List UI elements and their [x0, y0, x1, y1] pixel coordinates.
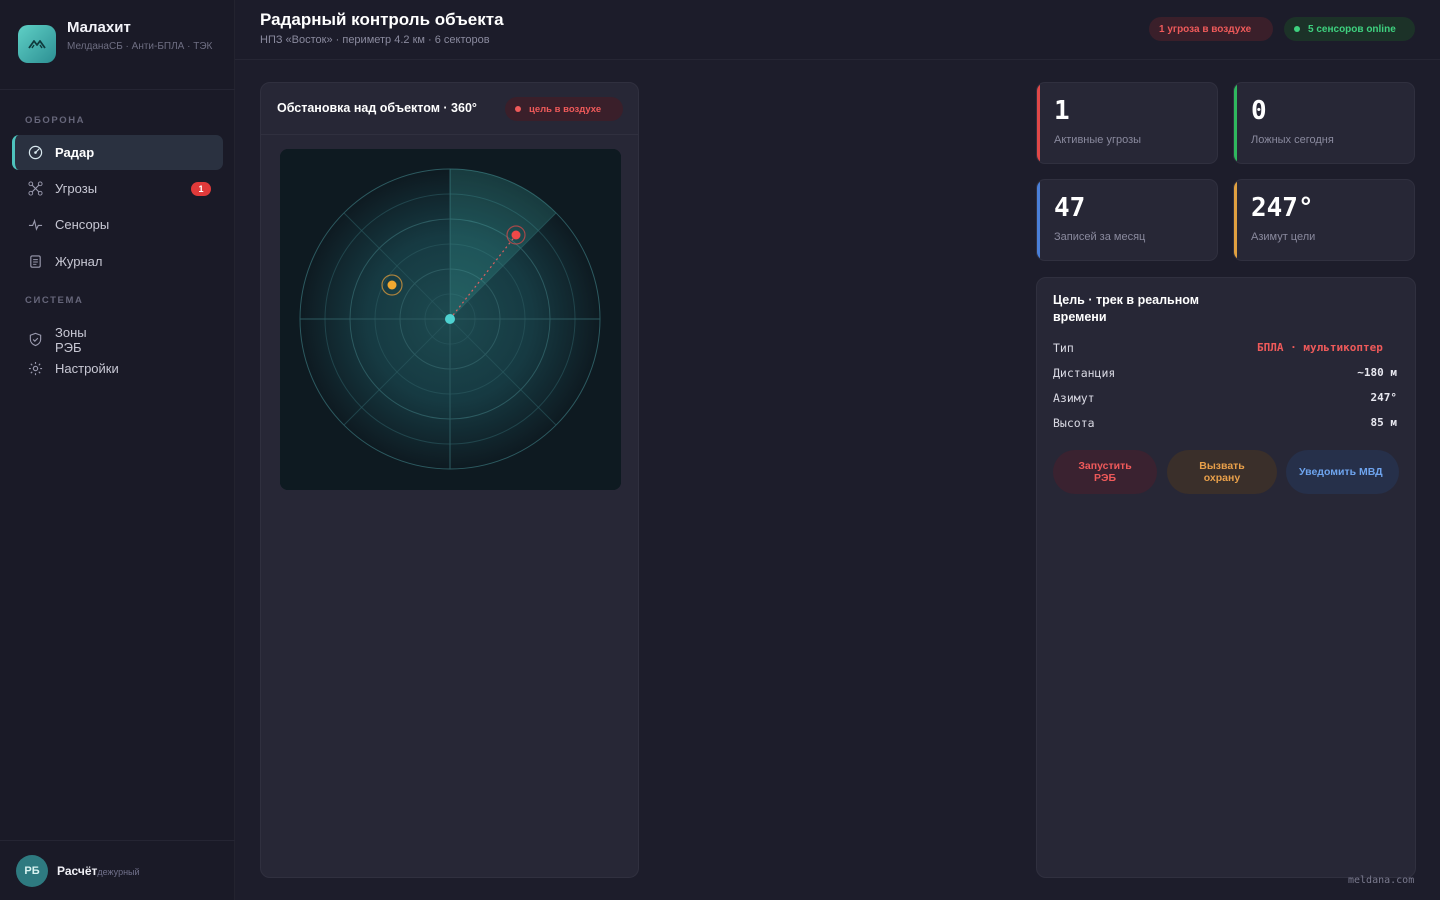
stat-false-today: 0 Ложных сегодня: [1233, 82, 1415, 164]
drone-icon: [27, 181, 43, 197]
sidebar-item-label: Угрозы: [55, 181, 98, 196]
stat-value: 1: [1054, 96, 1070, 126]
section-label-defense: ОБОРОНА: [25, 115, 86, 126]
track-key-azimuth: Азимут: [1053, 391, 1095, 405]
sidebar-item-label: Зоны РЭБ: [55, 324, 87, 355]
page-subtitle: НПЗ «Восток» · периметр 4.2 км · 6 секто…: [260, 34, 490, 46]
sidebar-footer-divider: [0, 840, 235, 841]
page-title: Радарный контроль объекта: [260, 10, 504, 29]
track-value-type: БПЛА · мультикоптер: [1257, 341, 1383, 354]
launch-ew-button[interactable]: Запустить РЭБ: [1053, 450, 1157, 494]
target-marker[interactable]: [511, 230, 521, 240]
radar-scope[interactable]: [280, 149, 621, 490]
threat-status-pill[interactable]: 1 угроза в воздухе: [1149, 17, 1273, 41]
user-name-text: Расчёт: [57, 864, 98, 878]
gear-icon: [27, 361, 43, 377]
track-key-type: Тип: [1053, 341, 1074, 355]
stat-accent-bar: [1234, 180, 1237, 260]
sidebar-item-settings[interactable]: Настройки: [12, 351, 223, 386]
brand-title: Малахит: [67, 19, 131, 36]
page-header: Радарный контроль объекта НПЗ «Восток» ·…: [235, 0, 1440, 60]
call-guard-button[interactable]: Вызвать охрану: [1167, 450, 1277, 494]
notify-police-button[interactable]: Уведомить МВД: [1286, 450, 1399, 494]
sidebar-item-sensors[interactable]: Сенсоры: [12, 207, 223, 242]
panel-divider: [261, 134, 638, 135]
sidebar: Малахит МелданаСБ · Анти-БПЛА · ТЭК ОБОР…: [0, 0, 235, 900]
sensor-status-text: 5 сенсоров online: [1308, 23, 1396, 35]
user-role: дежурный: [97, 867, 140, 877]
radar-panel-title: Обстановка над объектом · 360°: [277, 101, 477, 115]
track-panel-title: Цель · трек в реальном времени: [1053, 293, 1199, 324]
track-key-altitude: Высота: [1053, 416, 1095, 430]
brand-subtitle: МелданаСБ · Анти-БПЛА · ТЭК: [67, 41, 213, 52]
stat-label: Записей за месяц: [1054, 231, 1146, 243]
track-value-azimuth: 247°: [1370, 391, 1398, 404]
watermark: meldana.com: [1348, 875, 1415, 886]
radar-status-pill: цель в воздухе: [505, 97, 623, 121]
stat-label: Ложных сегодня: [1251, 134, 1334, 146]
online-dot-icon: [1294, 26, 1300, 32]
stat-label: Активные угрозы: [1054, 134, 1142, 146]
sidebar-item-label: Журнал: [55, 254, 103, 269]
sidebar-item-journal[interactable]: Журнал: [12, 244, 223, 279]
sidebar-item-label: Сенсоры: [55, 217, 110, 232]
alert-dot-icon: [515, 106, 521, 112]
brand-logo-icon: [18, 25, 56, 63]
radar-icon: [27, 145, 43, 161]
radar-center: [445, 314, 455, 324]
sidebar-item-threats[interactable]: Угрозы 1: [12, 171, 223, 206]
sidebar-item-label: Настройки: [55, 361, 119, 376]
radar-status-text: цель в воздухе: [529, 103, 602, 115]
shield-icon: [27, 332, 43, 348]
track-value-distance: ~180 м: [1357, 366, 1397, 379]
target-track-panel: Цель · трек в реальном времени Тип БПЛА …: [1036, 277, 1416, 878]
stat-accent-bar: [1234, 83, 1237, 163]
stat-value: 247°: [1251, 193, 1314, 223]
stat-value: 0: [1251, 96, 1267, 126]
stat-records-month: 47 Записей за месяц: [1036, 179, 1218, 261]
sensor-status-pill[interactable]: 5 сенсоров online: [1284, 17, 1415, 41]
stat-target-azimuth: 247° Азимут цели: [1233, 179, 1415, 261]
stat-active-threats: 1 Активные угрозы: [1036, 82, 1218, 164]
track-key-distance: Дистанция: [1053, 366, 1116, 380]
sidebar-divider: [0, 89, 235, 90]
section-label-system: СИСТЕМА: [25, 295, 84, 306]
user-name: Расчётдежурный: [57, 864, 140, 878]
stat-accent-bar: [1037, 180, 1040, 260]
stat-value: 47: [1054, 193, 1086, 223]
stat-accent-bar: [1037, 83, 1040, 163]
radar-panel: Обстановка над объектом · 360° цель в во…: [260, 82, 639, 878]
contact-marker[interactable]: [387, 280, 397, 290]
threat-status-text: 1 угроза в воздухе: [1159, 23, 1252, 35]
pulse-icon: [27, 217, 43, 233]
track-value-altitude: 85 м: [1370, 416, 1398, 429]
stat-label: Азимут цели: [1251, 231, 1316, 243]
avatar[interactable]: РБ: [16, 855, 48, 887]
sidebar-item-radar[interactable]: Радар: [12, 135, 223, 170]
document-icon: [27, 254, 43, 270]
threat-count-badge: 1: [191, 182, 211, 196]
sidebar-item-label: Радар: [55, 145, 95, 160]
